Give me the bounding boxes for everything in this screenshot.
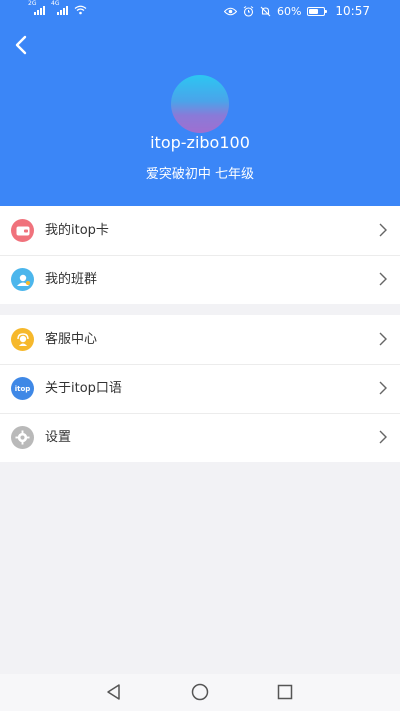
customer-service-icon: [11, 328, 34, 351]
chevron-right-icon: [379, 332, 387, 346]
itop-logo-icon: itop: [11, 377, 34, 400]
chevron-right-icon: [379, 381, 387, 395]
menu-item-label: 我的班群: [45, 272, 98, 287]
menu-group-support: 客服中心 itop 关于itop口语 设置: [0, 315, 400, 462]
chevron-right-icon: [379, 430, 387, 444]
signal-sim1-icon: 2G: [28, 0, 45, 15]
chevron-right-icon: [379, 272, 387, 286]
eye-icon: [223, 7, 237, 15]
menu-item-label: 客服中心: [45, 332, 98, 347]
class-group-icon: [11, 268, 34, 291]
mute-bell-icon: [260, 6, 271, 16]
gear-icon: [11, 426, 34, 449]
avatar[interactable]: [171, 75, 229, 133]
chevron-right-icon: [379, 223, 387, 237]
alarm-icon: [243, 5, 254, 17]
battery-percent: 60%: [276, 4, 302, 18]
card-icon: [11, 219, 34, 242]
system-nav-bar: [0, 674, 400, 711]
signal-sim2-icon: 4G: [51, 0, 68, 15]
battery-icon: [307, 6, 328, 16]
recent-square-icon[interactable]: [275, 682, 295, 702]
menu-item-label: 关于itop口语: [45, 381, 122, 396]
menu-item-label: 我的itop卡: [45, 223, 109, 238]
home-circle-icon[interactable]: [190, 682, 210, 702]
wifi-icon: [74, 5, 87, 15]
back-triangle-icon[interactable]: [104, 682, 124, 702]
itop-logo-text: itop: [14, 384, 31, 393]
menu-item-settings[interactable]: 设置: [0, 413, 400, 462]
menu-group-account: 我的itop卡 我的班群: [0, 206, 400, 304]
menu-item-customer-service[interactable]: 客服中心: [0, 315, 400, 364]
username: itop-zibo100: [150, 133, 250, 152]
status-bar: 2G 4G 60% 10:57: [0, 0, 400, 24]
menu-item-my-itop-card[interactable]: 我的itop卡: [0, 206, 400, 255]
chevron-left-icon: [15, 35, 27, 55]
menu-item-my-class-group[interactable]: 我的班群: [0, 255, 400, 304]
school-grade: 爱突破初中 七年级: [145, 167, 255, 182]
menu-item-label: 设置: [45, 430, 72, 445]
back-button[interactable]: [8, 30, 36, 60]
clock-time: 10:57: [335, 4, 370, 18]
profile-header: 2G 4G 60% 10:57 itop-zibo100 爱突破初中 七年级: [0, 0, 400, 206]
menu-item-about-itop[interactable]: itop 关于itop口语: [0, 364, 400, 413]
